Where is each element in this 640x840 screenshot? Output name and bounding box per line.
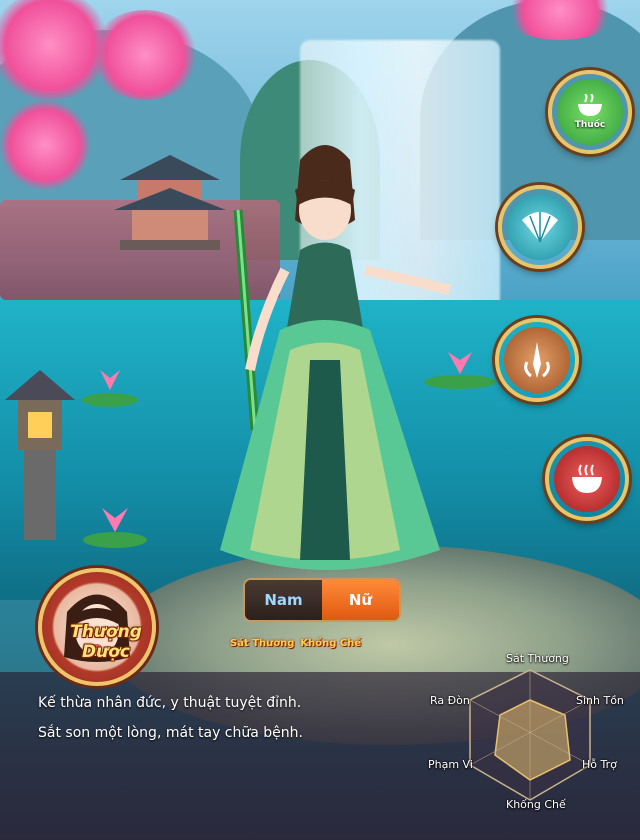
medicine-bowl-icon bbox=[578, 94, 602, 116]
radar-label-lower-right: Hỗ Trợ bbox=[582, 758, 617, 771]
tag-damage: Sát Thương bbox=[230, 638, 295, 649]
gender-male-button[interactable]: Nam bbox=[245, 580, 322, 620]
lotus-flower bbox=[83, 508, 147, 548]
character-description: Kế thừa nhân đức, y thuật tuyệt đỉnh. Sắ… bbox=[38, 688, 303, 748]
stats-radar: Sát Thương Ra Đòn Sinh Tồn Phạm Vi Hỗ Tr… bbox=[428, 650, 630, 840]
character-tags: Sát Thương Khống Chế bbox=[230, 638, 361, 649]
description-line: Kế thừa nhân đức, y thuật tuyệt đỉnh. bbox=[38, 695, 302, 711]
tag-control: Khống Chế bbox=[300, 638, 362, 649]
lotus-flower bbox=[82, 370, 138, 407]
cherry-blossom bbox=[0, 100, 90, 190]
cherry-blossom bbox=[90, 10, 200, 100]
radar-label-bottom: Khống Chế bbox=[506, 798, 566, 811]
skill-fan-button[interactable] bbox=[498, 185, 582, 269]
radar-label-upper-left: Ra Đòn bbox=[430, 694, 470, 707]
steaming-bowl-icon bbox=[572, 464, 602, 493]
character-sprite bbox=[220, 145, 452, 570]
skill-label: Thuốc bbox=[574, 120, 606, 130]
gender-toggle: Nam Nữ bbox=[243, 578, 401, 622]
radar-label-top: Sát Thương bbox=[506, 652, 569, 665]
radar-hexagon bbox=[469, 669, 591, 801]
fan-icon bbox=[522, 212, 558, 243]
stone-lantern bbox=[5, 370, 75, 540]
radar-label-lower-left: Phạm Vi bbox=[428, 758, 473, 771]
skill-medicine-button[interactable]: Thuốc bbox=[548, 70, 632, 154]
radar-label-upper-right: Sinh Tồn bbox=[576, 694, 624, 707]
description-line: Sắt son một lòng, mát tay chữa bệnh. bbox=[38, 725, 303, 741]
character-name: Thượng Dược bbox=[70, 622, 142, 662]
gender-female-button[interactable]: Nữ bbox=[322, 580, 399, 620]
game-scene: Thuốc Nam Nữ Thượng Dược Sát Thương Khốn… bbox=[0, 0, 640, 840]
flame-blade-icon bbox=[524, 342, 550, 378]
skill-flame-button[interactable] bbox=[495, 318, 579, 402]
skill-soup-button[interactable] bbox=[545, 437, 629, 521]
